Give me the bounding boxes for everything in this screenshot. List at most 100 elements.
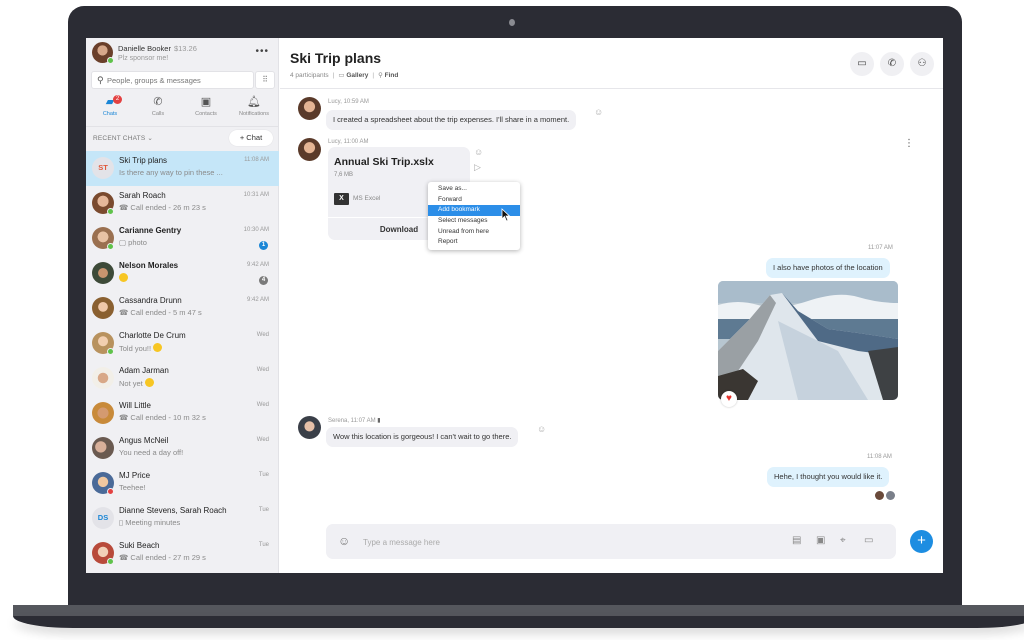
chat-item-charlotte-de-crum[interactable]: Charlotte De Crum Told you!! Wed: [86, 326, 279, 361]
nav-tab-contacts[interactable]: ▣ Contacts: [182, 94, 230, 124]
location-button[interactable]: ⌖: [840, 535, 846, 546]
chat-preview: ☎ Call ended - 5 m 47 s: [119, 308, 202, 317]
recent-chats-dropdown[interactable]: RECENT CHATS ⌄: [93, 134, 153, 142]
participants-link[interactable]: 4 participants: [290, 72, 329, 79]
file-name: Annual Ski Trip.xslx: [334, 156, 434, 168]
message-bubble[interactable]: I created a spreadsheet about the trip e…: [326, 110, 577, 130]
media-gallery-button[interactable]: ▤: [792, 535, 801, 546]
plus-button[interactable]: +: [910, 530, 933, 553]
menu-item-report[interactable]: Report: [428, 237, 520, 248]
chat-item-will-little[interactable]: Will Little ☎ Call ended - 10 m 32 s Wed: [86, 396, 279, 431]
phone-icon: ✆: [153, 96, 163, 108]
lucy-avatar[interactable]: [298, 97, 321, 120]
search-box[interactable]: ⚲: [91, 71, 254, 89]
chat-item-nelson-morales[interactable]: Nelson Morales 9:42 AM 4: [86, 256, 279, 291]
audio-call-button[interactable]: ✆: [880, 52, 904, 76]
message-meta: 11:07 AM: [868, 245, 893, 251]
add-reaction-icon[interactable]: ☺: [537, 424, 546, 434]
chat-item-carianne-gentry[interactable]: Carianne Gentry ▢ photo 10:30 AM 1: [86, 221, 279, 256]
menu-item-forward[interactable]: Forward: [428, 195, 520, 206]
chat-item-cassandra-drunn[interactable]: Cassandra Drunn ☎ Call ended - 5 m 47 s …: [86, 291, 279, 326]
forward-icon[interactable]: ▷: [474, 162, 481, 173]
video-call-button[interactable]: ▭: [850, 52, 874, 76]
avatar: [92, 367, 114, 389]
search-input[interactable]: [107, 74, 252, 87]
chat-preview: Not yet: [119, 378, 154, 388]
nav-tab-label: Notifications: [239, 111, 269, 117]
chat-time: Wed: [256, 367, 269, 373]
chat-time: Tue: [258, 507, 269, 513]
add-people-button[interactable]: ⚇: [910, 52, 934, 76]
chat-item-ski-trip-plans[interactable]: ST Ski Trip plans Is there any way to pi…: [86, 151, 279, 186]
unread-count-badge: 4: [259, 276, 268, 285]
message-bubble[interactable]: I also have photos of the location: [766, 258, 890, 278]
chat-preview: ☎ Call ended - 10 m 32 s: [119, 413, 206, 422]
message-options-icon[interactable]: ⋮: [904, 138, 914, 149]
avatar: [92, 262, 114, 284]
video-message-button[interactable]: ▭: [864, 535, 873, 546]
chat-name: Sarah Roach: [119, 191, 166, 200]
excel-icon: X: [334, 193, 349, 205]
nav-tab-chats[interactable]: ▰ Chats 2: [86, 94, 134, 124]
chat-item-sarah-roach[interactable]: Sarah Roach ☎ Call ended - 26 m 23 s 10:…: [86, 186, 279, 221]
tongue-emoji-icon: [153, 343, 163, 352]
message-meta: Serena, 11:07 AM ▮: [328, 418, 381, 424]
read-receipt-avatar: [875, 491, 884, 500]
online-status-icon: [107, 57, 114, 64]
chat-preview: Is there any way to pin these ...: [119, 168, 223, 177]
chat-icon: ▰: [105, 96, 115, 108]
skype-window: Danielle Booker $13.26 Plz sponsor me! ••…: [86, 38, 943, 573]
new-chat-button[interactable]: + Chat: [229, 130, 273, 146]
chat-name: Carianne Gentry: [119, 226, 182, 235]
message-bubble[interactable]: Hehe, I thought you would like it.: [767, 467, 890, 487]
message-bubble[interactable]: Wow this location is gorgeous! I can't w…: [326, 427, 519, 447]
chat-item-suki-beach[interactable]: Suki Beach ☎ Call ended - 27 m 29 s Tue: [86, 536, 279, 571]
video-message-icon: ▭: [864, 535, 874, 546]
profile-name: Danielle Booker $13.26: [118, 44, 197, 53]
chat-item-angus-mcneil[interactable]: Angus McNeil You need a day off! Wed: [86, 431, 279, 466]
chat-time: Wed: [256, 437, 269, 443]
chat-item-adam-jarman[interactable]: Adam Jarman Not yet Wed: [86, 361, 279, 396]
lucy-avatar[interactable]: [298, 138, 321, 161]
heart-reaction-icon[interactable]: ♥: [721, 391, 737, 407]
chat-name: Ski Trip plans: [119, 156, 168, 165]
chat-preview: Teehee!: [119, 483, 146, 492]
more-options-icon[interactable]: •••: [255, 46, 269, 57]
menu-item-unread-from-here[interactable]: Unread from here: [428, 227, 520, 238]
online-status-icon: [107, 243, 114, 250]
contacts-icon: ▣: [200, 96, 212, 108]
emoji-icon[interactable]: ☺: [338, 534, 350, 548]
chat-item-dianne-stevens-sarah-roach[interactable]: DS Dianne Stevens, Sarah Roach ▯ Meeting…: [86, 501, 279, 536]
profile-credit: $13.26: [173, 44, 197, 53]
chat-preview: You need a day off!: [119, 448, 184, 457]
add-person-icon: ⚇: [917, 58, 927, 69]
nav-tab-calls[interactable]: ✆ Calls: [134, 94, 182, 124]
gallery-link[interactable]: Gallery: [346, 72, 368, 79]
send-money-button[interactable]: ▣: [816, 535, 825, 546]
avatar: [92, 437, 114, 459]
avatar: [92, 297, 114, 319]
message-input[interactable]: [363, 535, 763, 549]
add-reaction-icon[interactable]: ☺: [474, 147, 483, 157]
busy-status-icon: [107, 488, 114, 495]
avatar: [92, 402, 114, 424]
chat-name: Angus McNeil: [119, 436, 169, 445]
menu-item-save-as[interactable]: Save as...: [428, 184, 520, 195]
sidebar: Danielle Booker $13.26 Plz sponsor me! ••…: [86, 38, 279, 573]
chat-item-mj-price[interactable]: MJ Price Teehee! Tue: [86, 466, 279, 501]
chat-name: Suki Beach: [119, 541, 160, 550]
add-reaction-icon[interactable]: ☺: [594, 107, 603, 117]
read-receipt-avatar: [886, 491, 895, 500]
group-avatar: DS: [92, 507, 114, 529]
nav-tab-notifications[interactable]: 🔔︎ Notifications: [230, 94, 278, 124]
message-meta: 11:08 AM: [867, 454, 892, 460]
mountain-photo[interactable]: [718, 281, 898, 400]
serena-avatar[interactable]: [298, 416, 321, 439]
message-meta: Lucy, 11:00 AM: [328, 139, 369, 145]
chat-preview: ▢ photo: [119, 238, 147, 247]
dialpad-button[interactable]: ⠿: [255, 71, 275, 89]
chat-name: Will Little: [119, 401, 152, 410]
find-link[interactable]: Find: [385, 72, 399, 79]
profile-header[interactable]: Danielle Booker $13.26 Plz sponsor me! ••…: [92, 42, 277, 68]
bookmark-icon: ▮: [377, 418, 381, 424]
